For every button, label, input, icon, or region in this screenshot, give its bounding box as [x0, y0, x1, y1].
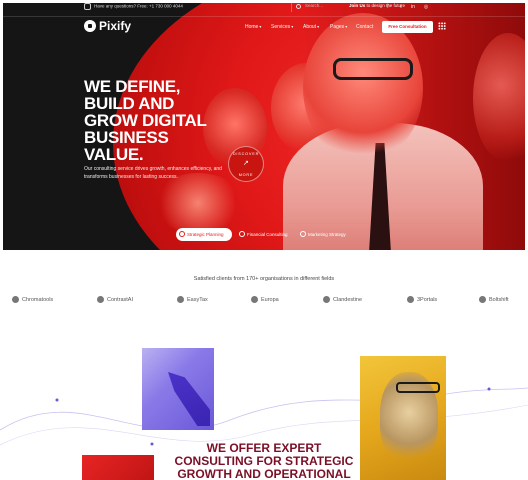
- client-logo: Chromatools: [12, 296, 53, 303]
- tab-icon: [239, 231, 245, 237]
- client-name: Europa: [261, 296, 279, 303]
- tab-financial-consulting[interactable]: Financial Consulting: [236, 228, 294, 241]
- tab-icon: [179, 231, 185, 237]
- client-logo: Europa: [251, 296, 279, 303]
- client-name: Boltshift: [489, 296, 509, 303]
- nav-item-services[interactable]: Services▾: [271, 24, 293, 30]
- top-bar: [3, 3, 525, 17]
- discover-more-button[interactable]: DISCOVER ↗ MORE: [228, 146, 264, 182]
- facebook-icon[interactable]: f: [385, 4, 391, 10]
- nav-item-label: Contact: [356, 24, 374, 30]
- hero-description: Our consulting service drives growth, en…: [84, 166, 222, 180]
- client-logo: ContrastAI: [97, 296, 133, 303]
- twitter-icon[interactable]: t: [398, 4, 404, 10]
- search-icon[interactable]: [296, 4, 301, 9]
- hero-headline: WE DEFINE, BUILD AND GROW DIGITAL BUSINE…: [84, 78, 244, 163]
- page: Have any questions? Free: +1 730 000 404…: [0, 0, 528, 480]
- easytax-icon: [177, 296, 184, 303]
- contrastai-icon: [97, 296, 104, 303]
- chromatools-icon: [12, 296, 19, 303]
- join-us-text[interactable]: Join Us to design the future: [349, 3, 405, 8]
- 3portals-icon: [407, 296, 414, 303]
- join-us-link[interactable]: Join Us: [349, 3, 365, 8]
- chevron-down-icon: ▾: [317, 24, 320, 29]
- nav-item-label: About: [303, 24, 317, 30]
- grid-menu-icon[interactable]: [438, 22, 446, 30]
- section-heading: WE OFFER EXPERT CONSULTING FOR STRATEGIC…: [168, 442, 360, 480]
- headline-line: GROW DIGITAL: [84, 111, 207, 130]
- hero-main-person-face: [303, 13, 423, 163]
- nav-item-pages[interactable]: Pages▾: [330, 24, 347, 30]
- hero-hand-image: [153, 173, 243, 233]
- logo-icon[interactable]: [84, 20, 96, 32]
- hero-main-person-glasses: [333, 58, 413, 80]
- tab-label: Marketing Strategy: [308, 232, 346, 237]
- hero-section: [3, 3, 525, 250]
- brand-logo[interactable]: Pixify: [99, 19, 131, 33]
- tab-strategic-planning[interactable]: Strategic Planning: [176, 228, 232, 241]
- tab-marketing-strategy[interactable]: Marketing Strategy: [297, 228, 353, 241]
- discover-label: DISCOVER: [232, 152, 260, 156]
- linkedin-icon[interactable]: in: [410, 4, 416, 10]
- client-name: EasyTax: [187, 296, 208, 303]
- nav-item-contact[interactable]: Contact: [356, 24, 373, 30]
- nav-item-about[interactable]: About▾: [303, 24, 319, 30]
- top-bar-divider: [291, 2, 292, 12]
- client-name: 3Portals: [417, 296, 438, 303]
- nav-item-label: Home: [245, 24, 259, 30]
- chevron-down-icon: ▾: [259, 24, 262, 29]
- client-logo: EasyTax: [177, 296, 208, 303]
- boltshift-icon: [479, 296, 486, 303]
- client-logo: 3Portals: [407, 296, 437, 303]
- nav-item-label: Services: [271, 24, 291, 30]
- phone-text: Have any questions? Free: +1 730 000 404…: [94, 3, 183, 9]
- client-name: ContrastAI: [107, 296, 133, 303]
- red-team-image: [82, 455, 154, 480]
- headline-line: VALUE.: [84, 145, 144, 164]
- client-logo: Boltshift: [479, 296, 509, 303]
- client-name: Chromatools: [22, 296, 54, 303]
- nav-item-label: Pages: [330, 24, 345, 30]
- client-logo: Clandestine: [323, 296, 362, 303]
- europa-icon: [251, 296, 258, 303]
- more-label: MORE: [238, 173, 254, 177]
- heading-line: GROWTH AND OPERATIONAL: [177, 467, 351, 480]
- tab-icon: [300, 231, 306, 237]
- top-bar-phone[interactable]: Have any questions? Free: +1 730 000 404…: [84, 3, 183, 10]
- chevron-down-icon: ▾: [345, 24, 348, 29]
- consultant-portrait-glasses: [396, 382, 440, 393]
- arrow-up-right-icon: ↗: [243, 160, 249, 167]
- headline-line: WE DEFINE,: [84, 77, 181, 96]
- nav-item-home[interactable]: Home▾: [245, 24, 261, 30]
- tab-label: Strategic Planning: [187, 232, 224, 237]
- clandestine-icon: [323, 296, 330, 303]
- chevron-down-icon: ▾: [291, 24, 294, 29]
- clients-title: Satisfied clients from 170+ organisation…: [193, 276, 335, 282]
- client-name: Clandestine: [333, 296, 363, 303]
- instagram-icon[interactable]: ◎: [423, 4, 429, 10]
- tab-label: Financial Consulting: [247, 232, 288, 237]
- headline-line: BUILD AND: [84, 94, 175, 113]
- search-input[interactable]: Search...: [305, 3, 323, 8]
- phone-icon: [84, 3, 91, 10]
- free-consultation-button[interactable]: Free Consultation: [382, 21, 433, 33]
- headline-line: BUSINESS: [84, 128, 169, 147]
